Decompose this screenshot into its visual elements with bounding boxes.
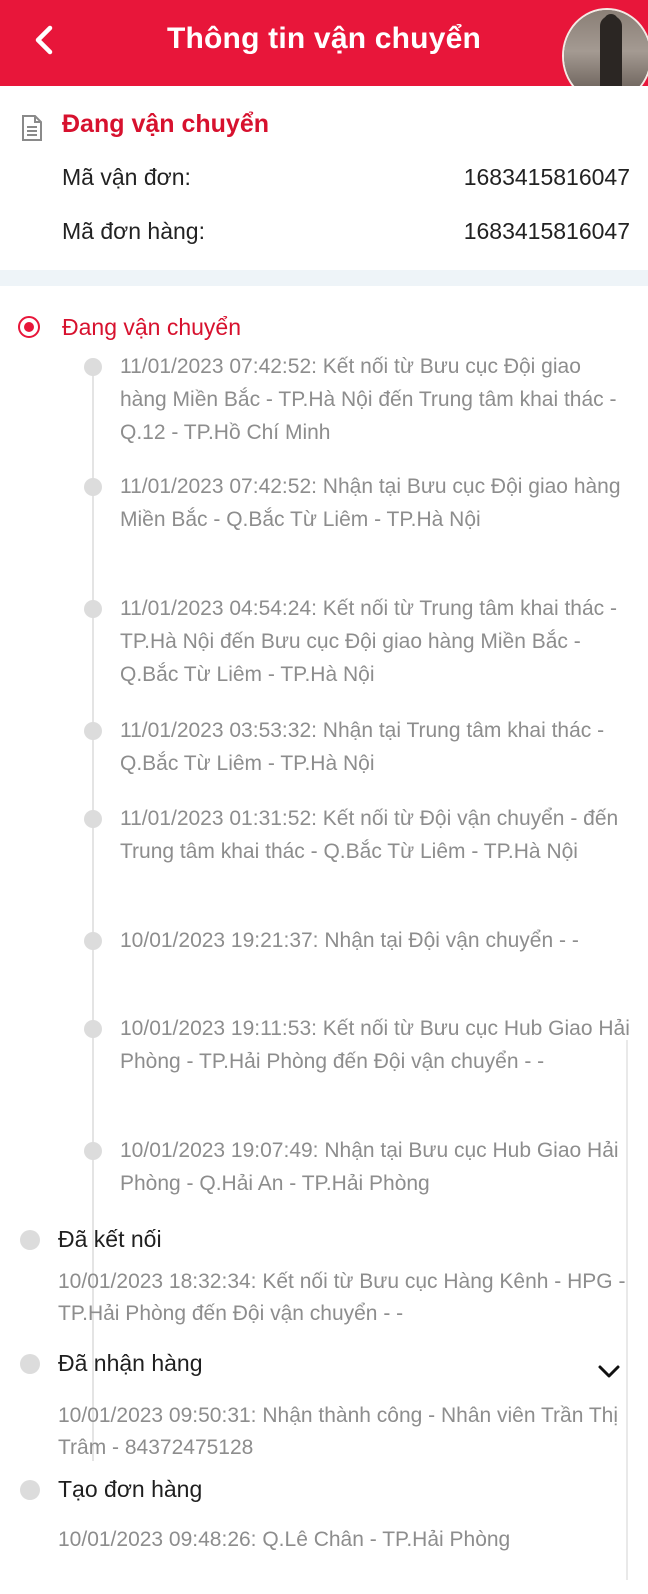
tracking-number-label: Mã vận đơn: — [62, 164, 191, 190]
timeline-event: 11/01/2023 04:54:24: Kết nối từ Trung tâ… — [120, 597, 617, 686]
status-dot — [20, 1354, 40, 1374]
timeline-event: 11/01/2023 01:31:52: Kết nối từ Đội vận … — [120, 807, 619, 863]
section-divider — [0, 270, 648, 286]
active-status-title: Đang vận chuyển — [62, 314, 242, 340]
timeline-event: 11/01/2023 07:42:52: Kết nối từ Bưu cục … — [120, 355, 617, 444]
timeline-event: 10/01/2023 19:11:53: Kết nối từ Bưu cục … — [120, 1017, 630, 1073]
timeline-dot — [84, 358, 102, 376]
status-received-title: Đã nhận hàng — [58, 1350, 203, 1376]
timeline-dot — [84, 1020, 102, 1038]
app-header: Thông tin vận chuyển — [0, 0, 648, 86]
active-status-dot — [18, 316, 40, 338]
status-dot — [20, 1230, 40, 1250]
timeline-dot — [84, 1142, 102, 1160]
timeline-dot — [84, 722, 102, 740]
document-icon — [22, 115, 42, 141]
timeline-dot — [84, 600, 102, 618]
order-number-label: Mã đơn hàng: — [62, 218, 205, 244]
shipment-status: Đang vận chuyển — [62, 110, 269, 138]
shipment-info-card: Đang vận chuyển Mã vận đơn: 168341581604… — [0, 86, 648, 270]
tracking-number-value: 1683415816047 — [463, 164, 630, 190]
status-received-desc: 10/01/2023 09:50:31: Nhận thành công - N… — [58, 1404, 619, 1459]
status-connected-title: Đã kết nối — [58, 1226, 162, 1252]
timeline-event: 10/01/2023 19:21:37: Nhận tại Đội vận ch… — [120, 929, 579, 952]
chevron-down-icon[interactable] — [596, 1362, 622, 1382]
timeline-event: 10/01/2023 19:07:49: Nhận tại Bưu cục Hu… — [120, 1139, 619, 1195]
status-dot — [20, 1480, 40, 1500]
timeline-dot — [84, 478, 102, 496]
status-created-desc: 10/01/2023 09:48:26: Q.Lê Chân - TP.Hải … — [58, 1528, 511, 1551]
status-created-title: Tạo đơn hàng — [58, 1476, 203, 1502]
order-number-value: 1683415816047 — [463, 218, 630, 244]
timeline-event: 11/01/2023 03:53:32: Nhận tại Trung tâm … — [120, 719, 605, 775]
timeline-dot — [84, 810, 102, 828]
status-connected-desc: 10/01/2023 18:32:34: Kết nối từ Bưu cục … — [58, 1270, 626, 1325]
page-title: Thông tin vận chuyển — [166, 22, 481, 55]
tracking-timeline: Đang vận chuyển 11/01/2023 07:42:52: Kết… — [0, 286, 648, 1594]
timeline-event: 11/01/2023 07:42:52: Nhận tại Bưu cục Độ… — [120, 475, 621, 531]
timeline-dot — [84, 932, 102, 950]
